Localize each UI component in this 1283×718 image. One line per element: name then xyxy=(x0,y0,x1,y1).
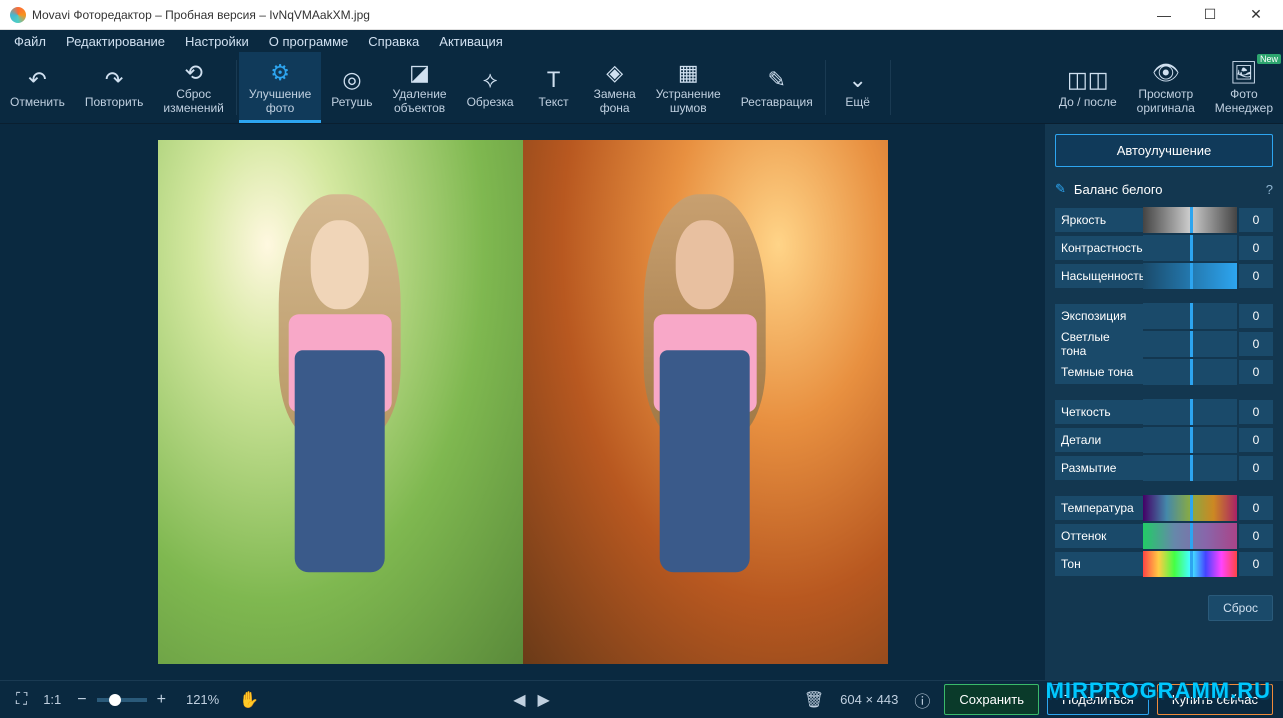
app-icon xyxy=(10,7,26,23)
saturation-slider[interactable]: Насыщенность0 xyxy=(1055,263,1273,289)
zoom-slider[interactable] xyxy=(97,698,147,702)
white-balance-row: ✎ Баланс белого ? xyxy=(1055,181,1273,197)
window-title: Movavi Фоторедактор – Пробная версия – I… xyxy=(32,8,1141,22)
menu-settings[interactable]: Настройки xyxy=(175,32,259,51)
white-balance-label: Баланс белого xyxy=(1074,182,1163,197)
reset-changes-button[interactable]: ⟲Сбросизменений xyxy=(153,52,233,123)
text-tool[interactable]: TТекст xyxy=(524,52,584,123)
image-before xyxy=(158,140,523,664)
toolbar: ↶Отменить ↷Повторить ⟲Сбросизменений ⚙Ул… xyxy=(0,52,1283,124)
reset-icon: ⟲ xyxy=(184,60,202,86)
menu-help[interactable]: Справка xyxy=(358,32,429,51)
background-icon: ◈ xyxy=(606,60,623,86)
noise-tool[interactable]: ▦Устранениешумов xyxy=(646,52,731,123)
enhance-tool[interactable]: ⚙Улучшениефото xyxy=(239,52,321,123)
gallery-icon: 🖼 xyxy=(1230,60,1258,86)
redo-icon: ↷ xyxy=(105,67,123,93)
restore-icon: ✎ xyxy=(767,67,785,93)
trash-icon[interactable]: 🗑 xyxy=(798,686,830,714)
background-tool[interactable]: ◈Заменафона xyxy=(584,52,646,123)
statusbar: ⛶ 1:1 − + 121% ✋ ◀ ▶ 🗑 604 × 443 ⓘ Сохра… xyxy=(0,680,1283,718)
view-original-button[interactable]: 👁Просмотроригинала xyxy=(1127,52,1205,123)
image-after xyxy=(523,140,888,664)
eye-icon: 👁 xyxy=(1152,60,1180,86)
tint-slider[interactable]: Оттенок0 xyxy=(1055,523,1273,549)
buy-button[interactable]: Купить сейчас xyxy=(1157,684,1273,715)
save-button[interactable]: Сохранить xyxy=(944,684,1039,715)
target-icon: ◎ xyxy=(342,67,361,93)
crop-tool[interactable]: ⟡Обрезка xyxy=(457,52,524,123)
redo-button[interactable]: ↷Повторить xyxy=(75,52,154,123)
prev-icon[interactable]: ◀ xyxy=(507,686,531,714)
chevron-down-icon: ⌄ xyxy=(848,67,866,93)
compare-icon: ◫◫ xyxy=(1067,67,1109,93)
zoom-out-icon[interactable]: − xyxy=(71,687,92,713)
crop-icon: ⟡ xyxy=(483,67,498,93)
restore-tool[interactable]: ✎Реставрация xyxy=(731,52,823,123)
before-after-button[interactable]: ◫◫До / после xyxy=(1049,52,1127,123)
undo-button[interactable]: ↶Отменить xyxy=(0,52,75,123)
canvas-area[interactable] xyxy=(0,124,1045,680)
more-button[interactable]: ⌄Ещё xyxy=(828,52,888,123)
fullscreen-icon[interactable]: ⛶ xyxy=(10,687,33,713)
retouch-tool[interactable]: ◎Ретушь xyxy=(321,52,382,123)
menu-edit[interactable]: Редактирование xyxy=(56,32,175,51)
workspace: Автоулучшение ✎ Баланс белого ? Яркость0… xyxy=(0,124,1283,680)
undo-icon: ↶ xyxy=(28,67,46,93)
noise-icon: ▦ xyxy=(678,60,699,86)
help-icon[interactable]: ? xyxy=(1266,182,1273,197)
titlebar: Movavi Фоторедактор – Пробная версия – I… xyxy=(0,0,1283,30)
new-badge: New xyxy=(1257,54,1281,64)
adjust-panel: Автоулучшение ✎ Баланс белого ? Яркость0… xyxy=(1045,124,1283,680)
shadows-slider[interactable]: Темные тона0 xyxy=(1055,359,1273,385)
menu-about[interactable]: О программе xyxy=(259,32,359,51)
sharpness-slider[interactable]: Четкость0 xyxy=(1055,399,1273,425)
contrast-slider[interactable]: Контрастность0 xyxy=(1055,235,1273,261)
remove-objects-tool[interactable]: ◪Удалениеобъектов xyxy=(383,52,457,123)
share-button[interactable]: Поделиться xyxy=(1047,684,1149,715)
info-icon[interactable]: ⓘ xyxy=(908,684,936,716)
text-icon: T xyxy=(547,67,560,93)
maximize-button[interactable]: ☐ xyxy=(1187,0,1233,30)
details-slider[interactable]: Детали0 xyxy=(1055,427,1273,453)
eraser-icon: ◪ xyxy=(409,60,430,86)
temperature-slider[interactable]: Температура0 xyxy=(1055,495,1273,521)
auto-enhance-button[interactable]: Автоулучшение xyxy=(1055,134,1273,167)
zoom-in-icon[interactable]: + xyxy=(151,687,172,713)
close-button[interactable]: ✕ xyxy=(1233,0,1279,30)
sliders-icon: ⚙ xyxy=(270,60,290,86)
photo-manager-button[interactable]: New🖼ФотоМенеджер xyxy=(1205,52,1283,123)
reset-button[interactable]: Сброс xyxy=(1208,595,1273,621)
image-compare xyxy=(158,140,888,664)
image-dimensions: 604 × 443 xyxy=(840,692,898,707)
zoom-ratio[interactable]: 1:1 xyxy=(43,692,61,707)
highlights-slider[interactable]: Светлые тона0 xyxy=(1055,331,1273,357)
menu-file[interactable]: Файл xyxy=(4,32,56,51)
menu-activation[interactable]: Активация xyxy=(429,32,512,51)
eyedropper-icon[interactable]: ✎ xyxy=(1055,181,1066,197)
brightness-slider[interactable]: Яркость0 xyxy=(1055,207,1273,233)
blur-slider[interactable]: Размытие0 xyxy=(1055,455,1273,481)
next-icon[interactable]: ▶ xyxy=(532,686,556,714)
pan-icon[interactable]: ✋ xyxy=(233,686,265,714)
hue-slider[interactable]: Тон0 xyxy=(1055,551,1273,577)
zoom-value: 121% xyxy=(186,692,219,707)
minimize-button[interactable]: — xyxy=(1141,0,1187,30)
menubar: Файл Редактирование Настройки О программ… xyxy=(0,30,1283,52)
